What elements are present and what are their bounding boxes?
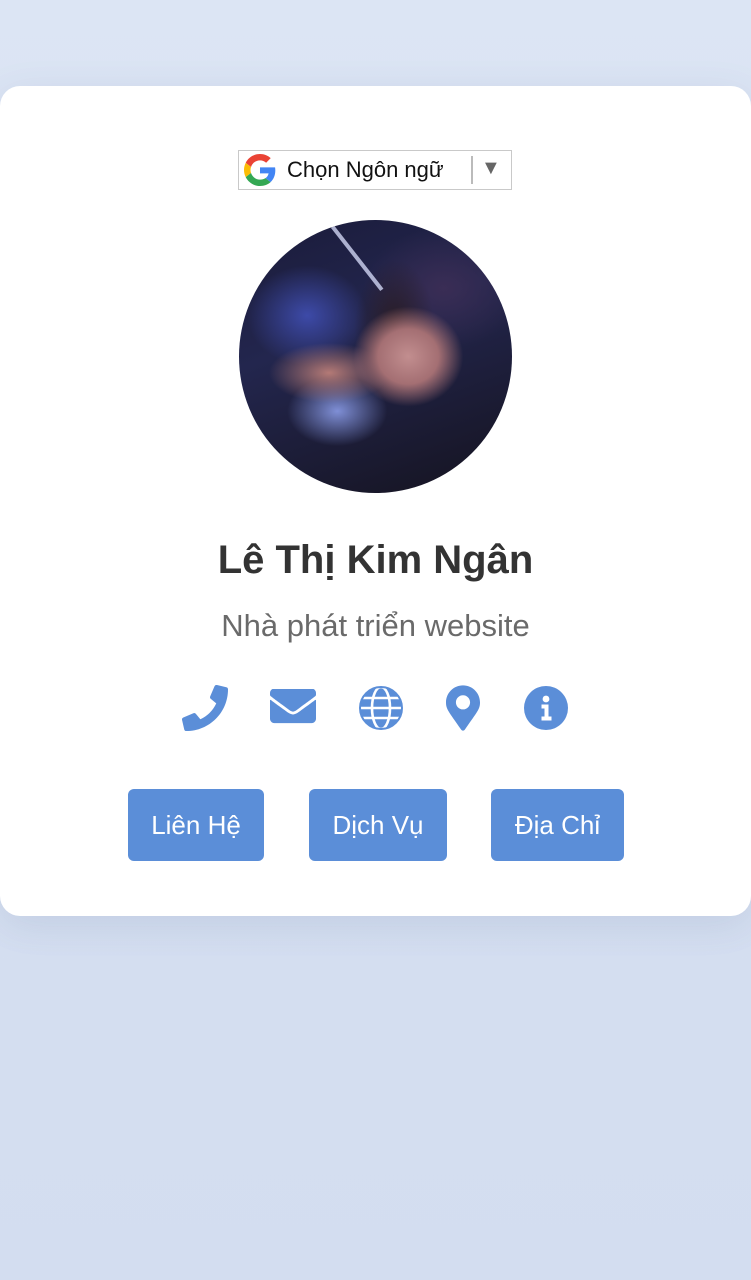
language-selector-label: Chọn Ngôn ngữ	[287, 157, 444, 182]
contact-button[interactable]: Liên Hệ	[128, 789, 264, 861]
services-button[interactable]: Dịch Vụ	[309, 789, 447, 861]
avatar-light-streak	[331, 225, 384, 292]
google-g-icon	[243, 153, 277, 187]
avatar	[239, 220, 512, 493]
profile-name: Lê Thị Kim Ngân	[217, 538, 534, 582]
selector-divider	[471, 156, 473, 184]
globe-icon[interactable]	[357, 684, 405, 732]
dropdown-arrow-icon: ▼	[481, 157, 501, 179]
envelope-icon[interactable]	[269, 684, 317, 732]
info-icon[interactable]	[522, 684, 570, 732]
profile-card: Chọn Ngôn ngữ ▼ Lê Thị Kim Ngân Nhà phát…	[0, 86, 751, 916]
contact-icons-row	[0, 684, 751, 732]
phone-icon[interactable]	[181, 684, 229, 732]
address-button[interactable]: Địa Chỉ	[491, 789, 624, 861]
profile-title: Nhà phát triển website	[221, 608, 530, 643]
map-marker-icon[interactable]	[439, 684, 487, 732]
language-selector[interactable]: Chọn Ngôn ngữ ▼	[238, 150, 512, 190]
